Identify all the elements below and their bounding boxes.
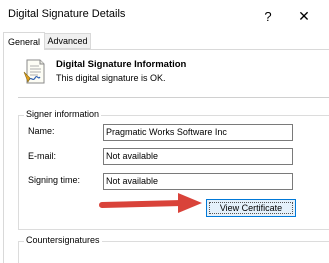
- name-label: Name:: [28, 126, 55, 136]
- signing-time-label: Signing time:: [28, 175, 81, 185]
- tab-general[interactable]: General: [3, 32, 45, 50]
- focus-rectangle: [209, 202, 293, 214]
- tab-advanced[interactable]: Advanced: [45, 33, 91, 49]
- signed-document-icon: [22, 58, 48, 86]
- separator: [18, 97, 329, 98]
- email-field[interactable]: Not available: [103, 148, 293, 165]
- signature-status: This digital signature is OK.: [56, 73, 166, 83]
- countersignatures-label: Countersignatures: [24, 235, 102, 245]
- signature-info-title: Digital Signature Information: [56, 59, 187, 70]
- view-certificate-button[interactable]: View Certificate: [206, 199, 296, 217]
- close-button[interactable]: ✕: [288, 3, 320, 29]
- window-title: Digital Signature Details: [8, 8, 126, 20]
- signer-information-label: Signer information: [24, 109, 102, 119]
- name-field[interactable]: Pragmatic Works Software Inc: [103, 124, 293, 141]
- signing-time-field[interactable]: Not available: [103, 173, 293, 190]
- help-button[interactable]: ?: [252, 3, 284, 29]
- red-arrow-annotation: [98, 192, 204, 214]
- email-label: E-mail:: [28, 151, 57, 161]
